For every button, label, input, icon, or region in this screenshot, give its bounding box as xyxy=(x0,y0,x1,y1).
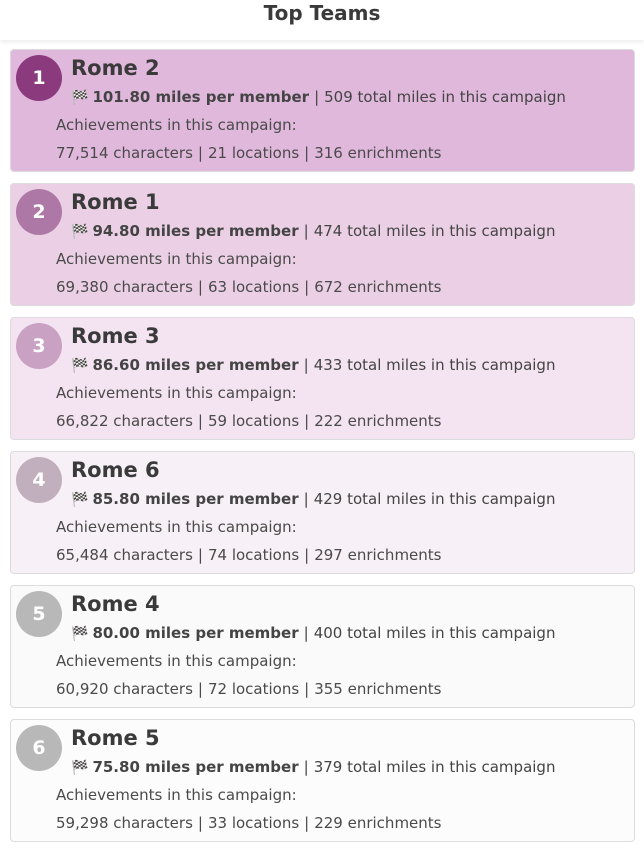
miles-per-member: 85.80 miles per member xyxy=(92,490,299,508)
rank-badge: 1 xyxy=(16,55,62,101)
team-card[interactable]: 6 Rome 5 🏁 75.80 miles per member | 379 tot… xyxy=(10,719,635,842)
separator: | xyxy=(197,680,203,698)
enrichments-count: 672 enrichments xyxy=(314,278,442,296)
miles-per-member: 86.60 miles per member xyxy=(92,356,299,374)
achievements-label: Achievements in this campaign: xyxy=(56,250,297,268)
team-name: Rome 4 xyxy=(71,592,160,616)
separator: | xyxy=(304,144,310,162)
checkered-flag-icon: 🏁 xyxy=(71,760,89,776)
separator: | xyxy=(303,490,309,508)
achievements-values: 60,920 characters | 72 locations | 355 enric… xyxy=(56,680,441,698)
characters-count: 69,380 characters xyxy=(56,278,193,296)
team-list: 1 Rome 2 🏁 101.80 miles per member | 509 to… xyxy=(10,49,635,853)
locations-count: 63 locations xyxy=(207,278,300,296)
team-card[interactable]: 2 Rome 1 🏁 94.80 miles per member | 474 tot… xyxy=(10,183,635,306)
team-card[interactable]: 5 Rome 4 🏁 80.00 miles per member | 400 tot… xyxy=(10,585,635,708)
achievements-label: Achievements in this campaign: xyxy=(56,786,297,804)
characters-count: 66,822 characters xyxy=(56,412,193,430)
team-stats: 🏁 75.80 miles per member | 379 total miles … xyxy=(71,758,555,776)
checkered-flag-icon: 🏁 xyxy=(71,626,89,642)
enrichments-count: 297 enrichments xyxy=(314,546,442,564)
team-name: Rome 6 xyxy=(71,458,160,482)
team-stats: 🏁 86.60 miles per member | 433 total miles … xyxy=(71,356,555,374)
separator: | xyxy=(197,144,203,162)
locations-count: 33 locations xyxy=(207,814,300,832)
team-card[interactable]: 4 Rome 6 🏁 85.80 miles per member | 429 tot… xyxy=(10,451,635,574)
miles-per-member: 80.00 miles per member xyxy=(92,624,299,642)
separator: | xyxy=(197,412,203,430)
team-name: Rome 2 xyxy=(71,56,160,80)
enrichments-count: 222 enrichments xyxy=(314,412,442,430)
rank-badge: 5 xyxy=(16,591,62,637)
total-miles: 509 total miles in this campaign xyxy=(324,88,566,106)
characters-count: 77,514 characters xyxy=(56,144,193,162)
separator: | xyxy=(197,814,203,832)
separator: | xyxy=(304,680,310,698)
locations-count: 21 locations xyxy=(207,144,300,162)
team-stats: 🏁 101.80 miles per member | 509 total miles… xyxy=(71,88,566,106)
separator: | xyxy=(314,88,320,106)
locations-count: 72 locations xyxy=(207,680,300,698)
separator: | xyxy=(303,624,309,642)
checkered-flag-icon: 🏁 xyxy=(71,358,89,374)
locations-count: 74 locations xyxy=(207,546,300,564)
team-card[interactable]: 1 Rome 2 🏁 101.80 miles per member | 509 to… xyxy=(10,49,635,172)
characters-count: 59,298 characters xyxy=(56,814,193,832)
team-stats: 🏁 94.80 miles per member | 474 total miles … xyxy=(71,222,555,240)
achievements-label: Achievements in this campaign: xyxy=(56,652,297,670)
miles-per-member: 75.80 miles per member xyxy=(92,758,299,776)
miles-per-member: 101.80 miles per member xyxy=(92,88,310,106)
rank-badge: 3 xyxy=(16,323,62,369)
achievements-values: 59,298 characters | 33 locations | 229 enric… xyxy=(56,814,441,832)
team-stats: 🏁 80.00 miles per member | 400 total miles … xyxy=(71,624,555,642)
enrichments-count: 355 enrichments xyxy=(314,680,442,698)
miles-per-member: 94.80 miles per member xyxy=(92,222,299,240)
team-name: Rome 5 xyxy=(71,726,160,750)
separator: | xyxy=(303,356,309,374)
achievements-values: 65,484 characters | 74 locations | 297 enric… xyxy=(56,546,441,564)
checkered-flag-icon: 🏁 xyxy=(71,224,89,240)
achievements-label: Achievements in this campaign: xyxy=(56,518,297,536)
rank-badge: 4 xyxy=(16,457,62,503)
separator: | xyxy=(303,222,309,240)
achievements-label: Achievements in this campaign: xyxy=(56,116,297,134)
separator: | xyxy=(197,278,203,296)
separator: | xyxy=(304,412,310,430)
characters-count: 65,484 characters xyxy=(56,546,193,564)
team-stats: 🏁 85.80 miles per member | 429 total miles … xyxy=(71,490,555,508)
achievements-label: Achievements in this campaign: xyxy=(56,384,297,402)
enrichments-count: 316 enrichments xyxy=(314,144,442,162)
checkered-flag-icon: 🏁 xyxy=(71,90,89,106)
enrichments-count: 229 enrichments xyxy=(314,814,442,832)
total-miles: 379 total miles in this campaign xyxy=(313,758,556,776)
team-card[interactable]: 3 Rome 3 🏁 86.60 miles per member | 433 tot… xyxy=(10,317,635,440)
separator: | xyxy=(303,758,309,776)
rank-badge: 6 xyxy=(16,725,62,771)
characters-count: 60,920 characters xyxy=(56,680,193,698)
total-miles: 429 total miles in this campaign xyxy=(313,490,556,508)
total-miles: 400 total miles in this campaign xyxy=(313,624,556,642)
total-miles: 433 total miles in this campaign xyxy=(313,356,556,374)
separator: | xyxy=(304,814,310,832)
team-name: Rome 1 xyxy=(71,190,160,214)
separator: | xyxy=(304,278,310,296)
rank-badge: 2 xyxy=(16,189,62,235)
header-bar: Top Teams xyxy=(0,0,644,40)
separator: | xyxy=(197,546,203,564)
locations-count: 59 locations xyxy=(207,412,300,430)
page-title: Top Teams xyxy=(263,1,381,25)
separator: | xyxy=(304,546,310,564)
checkered-flag-icon: 🏁 xyxy=(71,492,89,508)
total-miles: 474 total miles in this campaign xyxy=(313,222,556,240)
achievements-values: 77,514 characters | 21 locations | 316 enric… xyxy=(56,144,441,162)
achievements-values: 69,380 characters | 63 locations | 672 enric… xyxy=(56,278,441,296)
team-name: Rome 3 xyxy=(71,324,160,348)
achievements-values: 66,822 characters | 59 locations | 222 enric… xyxy=(56,412,441,430)
